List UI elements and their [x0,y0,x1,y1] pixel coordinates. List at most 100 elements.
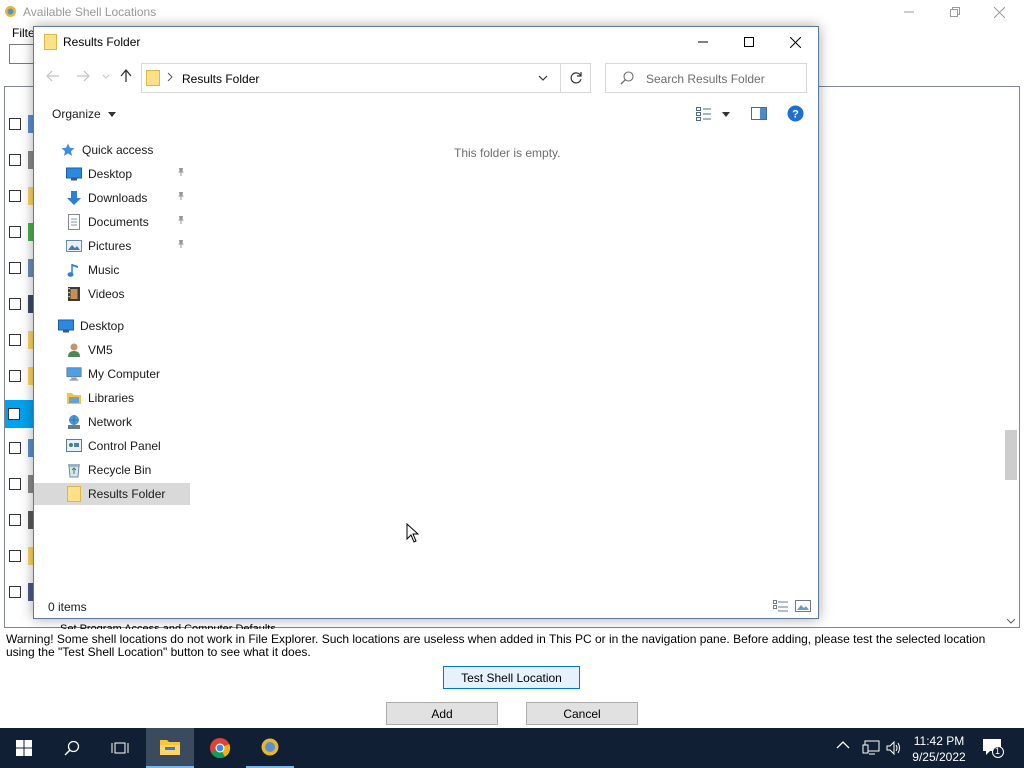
list-checkbox[interactable] [9,442,21,454]
svg-text:?: ? [792,109,799,121]
cancel-button[interactable]: Cancel [526,702,638,725]
dialog-maximize-button[interactable] [726,27,772,57]
background-window-title: Available Shell Locations [23,5,157,19]
nav-item-label: Desktop [88,167,133,181]
help-button[interactable]: ? [787,105,804,122]
list-checkbox[interactable] [8,408,20,420]
nav-item-network[interactable]: Network [34,411,190,433]
nav-item-desktop-root[interactable]: Desktop [34,315,190,337]
dialog-minimize-button[interactable] [680,27,726,57]
list-checkbox[interactable] [9,514,21,526]
folder-icon [66,486,82,502]
bg-close-button[interactable] [976,0,1022,24]
scrollbar-thumb[interactable] [1005,430,1017,480]
test-shell-location-button[interactable]: Test Shell Location [443,666,580,689]
list-checkbox[interactable] [9,262,21,274]
nav-item-recycle-bin[interactable]: Recycle Bin [34,459,190,481]
start-button[interactable] [0,728,48,768]
nav-item-label: Control Panel [88,439,161,453]
nav-item-results-folder[interactable]: Results Folder [34,483,190,505]
navigation-pane: Quick access Desktop Downloads Documents Pic… [34,127,194,607]
nav-item-label: Documents [88,215,149,229]
address-history-button[interactable] [538,75,548,81]
nav-item-music[interactable]: Music [34,259,190,281]
nav-item-my-computer[interactable]: My Computer [34,363,190,385]
search-icon [620,71,634,85]
chrome-taskbar-button[interactable] [196,728,244,768]
computer-icon [66,366,82,382]
network-tray-button[interactable] [862,740,880,756]
breadcrumb-separator-icon[interactable] [167,72,173,82]
task-view-button[interactable] [96,728,144,768]
filter-input[interactable] [9,44,35,64]
list-checkbox[interactable] [9,298,21,310]
recent-locations-button[interactable] [102,74,110,79]
nav-item-libraries[interactable]: Libraries [34,387,190,409]
nav-item-label: My Computer [88,367,161,381]
list-checkbox[interactable] [9,478,21,490]
show-hidden-icons-button[interactable] [836,740,850,750]
nav-item-documents[interactable]: Documents [34,211,190,233]
nav-item-vm5[interactable]: VM5 [34,339,190,361]
mouse-cursor [406,523,420,543]
list-checkbox[interactable] [9,118,21,130]
list-checkbox[interactable] [9,226,21,238]
nav-item-pictures[interactable]: Pictures [34,235,190,257]
list-checkbox[interactable] [9,586,21,598]
list-scrollbar[interactable] [1003,87,1019,627]
search-placeholder: Search Results Folder [646,72,765,86]
downloads-icon [66,190,82,206]
nav-item-downloads[interactable]: Downloads [34,187,190,209]
list-item-label: Set Program Access and Computer Defaults [60,623,276,629]
address-bar[interactable]: Results Folder [141,63,591,93]
taskbar-clock[interactable]: 11:42 PM 9/25/2022 [900,733,978,765]
add-button[interactable]: Add [386,702,498,725]
pin-icon [177,216,185,224]
app-logo-icon [4,5,17,18]
preview-pane-button[interactable] [751,107,767,121]
windows-logo-icon [16,740,32,756]
bg-minimize-button[interactable] [886,0,932,24]
back-button[interactable] [46,70,60,82]
up-button[interactable] [120,69,132,83]
list-checkbox[interactable] [9,154,21,166]
nav-item-control-panel[interactable]: Control Panel [34,435,190,457]
organize-menu-button[interactable]: Organize [52,107,117,121]
list-checkbox[interactable] [9,550,21,562]
forward-button[interactable] [76,70,90,82]
app-logo-icon [261,738,279,756]
nav-item-label: Quick access [82,143,154,157]
minimize-icon [698,41,708,43]
status-item-count: 0 items [48,600,87,614]
nav-item-desktop[interactable]: Desktop [34,163,190,185]
large-icons-view-toggle[interactable] [795,600,811,612]
dialog-close-button[interactable] [772,27,818,57]
refresh-button[interactable] [569,71,583,85]
app-taskbar-button[interactable] [246,728,294,768]
details-view-toggle[interactable] [773,600,789,612]
breadcrumb-item[interactable]: Results Folder [182,72,259,86]
music-icon [66,262,82,278]
list-checkbox[interactable] [9,190,21,202]
search-taskbar-button[interactable] [48,728,96,768]
nav-item-videos[interactable]: Videos [34,283,190,305]
empty-folder-message: This folder is empty. [454,146,561,160]
pin-icon [177,192,185,200]
divider [560,64,561,92]
file-explorer-taskbar-button[interactable] [146,728,194,768]
selected-list-row[interactable] [5,400,35,428]
list-checkbox[interactable] [9,370,21,382]
folder-icon [146,70,160,86]
dialog-title: Results Folder [63,35,141,49]
change-view-button[interactable] [696,107,712,121]
nav-quick-access[interactable]: Quick access [34,139,190,161]
search-box[interactable]: Search Results Folder [605,63,807,93]
search-icon [64,740,80,756]
notification-button[interactable]: 1 [982,738,1004,758]
task-view-icon [111,742,129,754]
view-options-button[interactable] [722,112,730,117]
nav-item-label: Desktop [80,319,125,333]
list-checkbox[interactable] [9,334,21,346]
file-explorer-icon [160,740,180,755]
bg-restore-button[interactable] [932,0,978,24]
